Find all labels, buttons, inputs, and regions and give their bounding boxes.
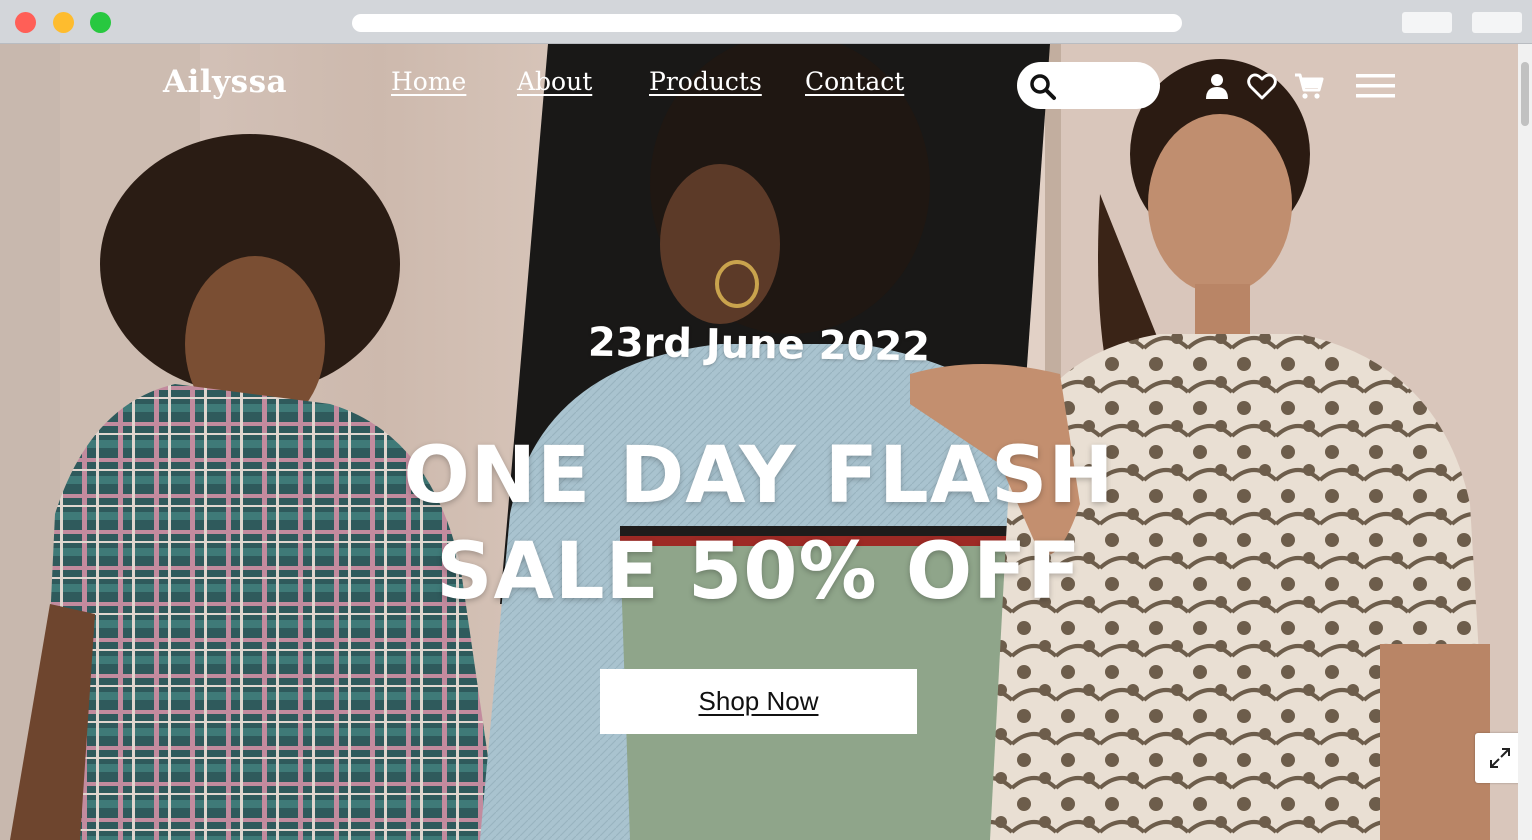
- shop-now-button[interactable]: Shop Now: [600, 669, 917, 734]
- expand-icon: [1490, 748, 1510, 768]
- user-icon[interactable]: [1205, 73, 1229, 99]
- nav-link-products[interactable]: Products: [649, 67, 762, 96]
- scrollbar-thumb[interactable]: [1521, 62, 1529, 126]
- nav-link-about[interactable]: About: [517, 67, 592, 96]
- browser-toolbar: [0, 0, 1532, 44]
- maximize-window-button[interactable]: [90, 12, 111, 33]
- headline-line-1: ONE DAY FLASH: [403, 431, 1115, 521]
- hero-headline: ONE DAY FLASH SALE 50% OFF: [0, 428, 1518, 620]
- address-bar[interactable]: [352, 14, 1182, 32]
- minimize-window-button[interactable]: [53, 12, 74, 33]
- nav-link-contact[interactable]: Contact: [805, 67, 904, 96]
- search-box[interactable]: [1017, 62, 1160, 109]
- menu-icon[interactable]: [1356, 71, 1395, 101]
- page-scrollbar[interactable]: [1518, 44, 1532, 840]
- search-input[interactable]: [1063, 72, 1151, 99]
- search-icon[interactable]: [1029, 73, 1057, 101]
- heart-icon[interactable]: [1247, 73, 1277, 100]
- browser-action-button[interactable]: [1402, 12, 1452, 33]
- site-logo[interactable]: Ailyssa: [163, 64, 287, 100]
- browser-action-button[interactable]: [1472, 12, 1522, 33]
- close-window-button[interactable]: [15, 12, 36, 33]
- nav-link-home[interactable]: Home: [391, 67, 466, 96]
- headline-line-2: SALE 50% OFF: [436, 527, 1082, 617]
- cart-icon[interactable]: [1294, 72, 1324, 100]
